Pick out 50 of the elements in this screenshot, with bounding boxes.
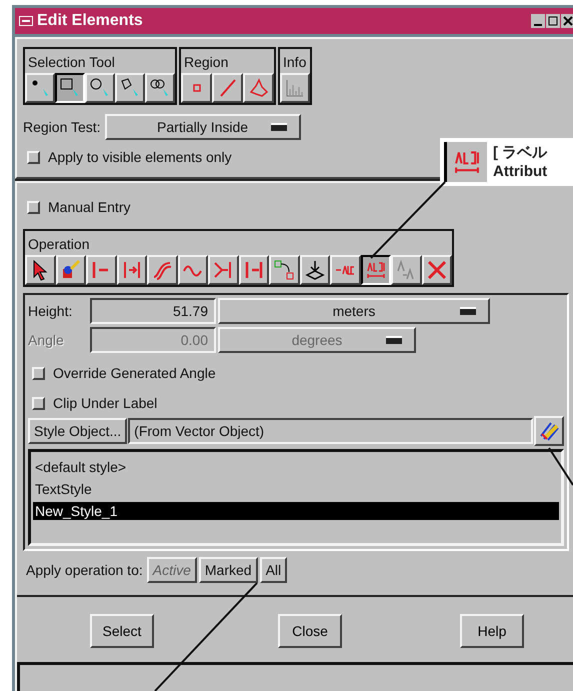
polygon-cursor-icon [119,77,141,99]
tool-button[interactable] [360,255,391,285]
polygon-icon [248,77,270,99]
drop-icon [304,259,326,281]
rectangle-cursor-icon [59,77,81,99]
checkbox[interactable]: Manual Entry [23,199,130,215]
apply-option-button[interactable]: Marked [198,557,258,583]
group-title: Region [183,53,230,72]
list-item[interactable]: New_Style_1 [33,502,559,520]
callout-text: Attribut [493,162,548,181]
checkbox-square[interactable] [32,396,45,410]
checkbox-square[interactable] [32,366,45,380]
curve-icon [151,259,174,281]
style-field[interactable]: (From Vector Object) [128,418,533,444]
minimize-icon[interactable] [531,14,545,28]
field-label: Apply operation to: [26,562,143,578]
field-label: Region Test: [23,119,101,135]
checkbox-label: Clip Under Label [53,395,158,411]
group-title: Selection Tool [27,53,116,72]
style-object-button[interactable]: Style Object... [28,418,128,444]
group-title: Operation [27,235,90,254]
unit-dropdown[interactable]: meters [218,298,490,324]
group-title: Info [282,53,308,72]
field-label: Height: [28,303,74,319]
list-item[interactable]: <default style> [33,458,559,476]
list-item[interactable]: TextStyle [33,480,559,498]
histogram-icon [284,77,306,99]
node-move-icon [273,259,296,281]
region-test-dropdown[interactable]: Partially Inside [104,114,301,140]
dialog-button[interactable]: Help [460,614,524,648]
number-field[interactable]: 51.79 [90,298,216,324]
circle-cursor-icon [89,77,111,99]
checkbox-label: Manual Entry [48,199,130,215]
field-label: Angle [28,332,65,348]
delete-icon [426,259,448,281]
dialog-button[interactable]: Select [90,614,154,648]
apply-option-button[interactable]: All [260,557,288,583]
window-title: Edit Elements [37,12,143,30]
close-icon[interactable] [561,14,573,28]
style-editor-button[interactable] [534,416,564,446]
checkbox[interactable]: Clip Under Label [28,395,158,411]
checkbox-square[interactable] [27,200,40,214]
checkbox-square[interactable] [27,150,40,164]
overlap-cursor-icon [149,77,171,99]
callout-text: [ ラベル [493,143,548,162]
tool-button[interactable] [55,73,85,103]
brush-icon [538,420,560,442]
window-menu-icon[interactable] [19,16,33,26]
dialog-button[interactable]: Close [278,614,342,648]
maximize-icon[interactable] [546,14,560,28]
